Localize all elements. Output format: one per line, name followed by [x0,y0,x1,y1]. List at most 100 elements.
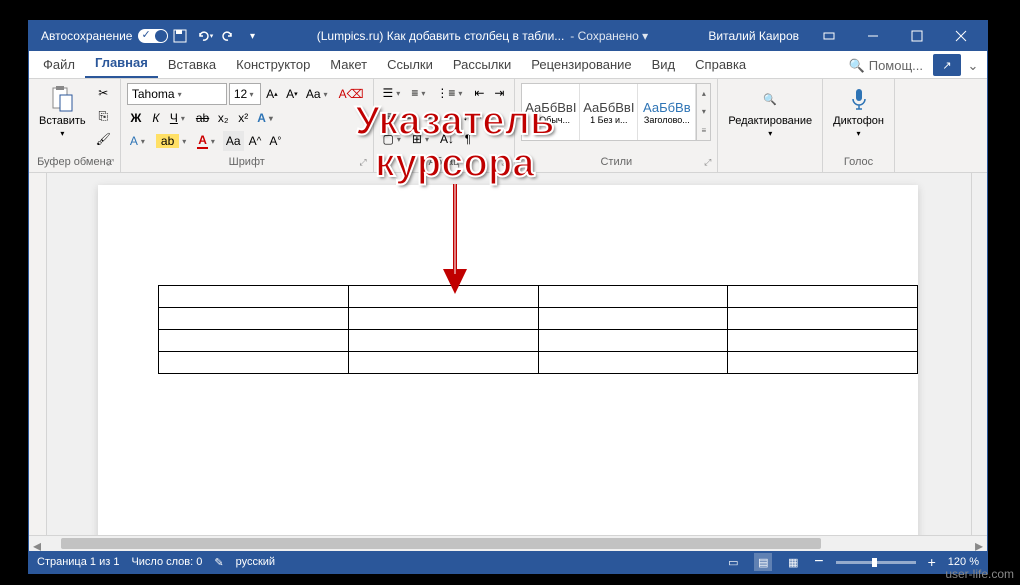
tab-home[interactable]: Главная [85,51,158,78]
clipboard-dialog-icon[interactable]: ⤢ [107,157,114,168]
qat-customize-icon[interactable]: ▾ [242,26,262,46]
save-icon[interactable] [170,26,190,46]
page-indicator[interactable]: Страница 1 из 1 [37,556,119,568]
group-editing: 🔍 Редактирование ▾ [718,79,823,172]
dictate-button[interactable]: Диктофон ▾ [829,83,888,140]
font-outline-icon[interactable]: A▾ [127,131,151,151]
tab-layout[interactable]: Макет [320,53,377,78]
vertical-scrollbar[interactable] [971,173,987,535]
zoom-out-button[interactable]: − [814,553,823,571]
subscript-button[interactable]: x₂ [214,108,232,128]
zoom-slider[interactable] [836,561,916,564]
titlebar: Автосохранение ▾ ▾ (Lumpics.ru) Как доба… [29,21,987,51]
tab-help[interactable]: Справка [685,53,756,78]
undo-icon[interactable]: ▾ [194,26,214,46]
superscript-button[interactable]: x² [234,108,252,128]
show-marks-icon[interactable]: ¶ [459,129,477,149]
align-right-icon[interactable]: ≡ [420,106,438,126]
clear-format-icon[interactable]: A⌫ [336,84,367,104]
align-left-icon[interactable]: ≡ [380,106,398,126]
document-title: (Lumpics.ru) Как добавить столбец в табл… [317,29,565,43]
shading-icon[interactable]: ▢▾ [380,129,407,149]
search-help[interactable]: 🔍 Помощ... [841,54,931,78]
paragraph-dialog-icon[interactable]: ⤢ [501,157,508,168]
cut-icon[interactable]: ✂ [93,83,114,103]
spellcheck-icon[interactable]: ✎ [214,556,223,569]
zoom-in-button[interactable]: + [928,554,936,570]
strike-button[interactable]: ab [193,108,212,128]
underline-button[interactable]: Ч▾ [167,108,191,128]
ribbon-display-icon[interactable] [807,21,851,51]
styles-dialog-icon[interactable]: ⤢ [704,157,711,168]
maximize-button[interactable] [895,21,939,51]
group-voice: Диктофон ▾ Голос [823,79,895,172]
group-clipboard: Вставить ▾ ✂ ⎘ 🖌 Буфер обмена⤢ [29,79,121,172]
format-painter-icon[interactable]: 🖌 [93,129,114,149]
word-count[interactable]: Число слов: 0 [131,556,202,568]
autosave-toggle[interactable] [138,29,168,43]
text-effects-icon[interactable]: A▾ [254,108,279,128]
ribbon-collapse-icon[interactable]: ⌄ [963,58,983,78]
horizontal-scrollbar[interactable]: ◂ ▸ [29,535,987,551]
group-styles: АаБбВвI1 Обыч... АаБбВвI1 Без и... АаБбВ… [515,79,718,172]
char-shading-icon[interactable]: Aa [223,131,244,151]
style-heading[interactable]: АаБбВвЗаголово... [638,84,696,140]
redo-icon[interactable] [218,26,238,46]
tab-view[interactable]: Вид [642,53,686,78]
font-name-select[interactable]: Tahoma▾ [127,83,227,105]
tab-mailings[interactable]: Рассылки [443,53,521,78]
tab-insert[interactable]: Вставка [158,53,226,78]
clipboard-icon [48,85,76,113]
tab-design[interactable]: Конструктор [226,53,320,78]
close-button[interactable] [939,21,983,51]
style-no-spacing[interactable]: АаБбВвI1 Без и... [580,84,638,140]
increase-indent-icon[interactable]: ⇥ [490,83,508,103]
read-mode-icon[interactable]: ▭ [724,553,742,571]
font-color-icon[interactable]: A▾ [194,131,221,151]
phonetic-icon[interactable]: A° [266,131,284,151]
copy-icon[interactable]: ⎘ [93,106,114,126]
styles-more-icon[interactable]: ▴▾≡ [696,84,710,140]
tab-review[interactable]: Рецензирование [521,53,641,78]
editing-button[interactable]: 🔍 Редактирование ▾ [724,83,816,140]
shrink-font-icon[interactable]: A▾ [283,84,301,104]
document-table[interactable] [158,285,918,374]
font-dialog-icon[interactable]: ⤢ [359,157,366,168]
highlight-icon[interactable]: ab▾ [153,131,192,151]
user-name[interactable]: Виталий Каиров [700,29,807,43]
bullets-icon[interactable]: ☰▾ [380,83,407,103]
styles-gallery[interactable]: АаБбВвI1 Обыч... АаБбВвI1 Без и... АаБбВ… [521,83,711,141]
tab-references[interactable]: Ссылки [377,53,443,78]
align-center-icon[interactable]: ≡ [400,106,418,126]
language-indicator[interactable]: русский [236,556,275,568]
ribbon-tabs: Файл Главная Вставка Конструктор Макет С… [29,51,987,79]
table-row [159,330,918,352]
minimize-button[interactable] [851,21,895,51]
justify-icon[interactable]: ≡ [440,106,458,126]
style-normal[interactable]: АаБбВвI1 Обыч... [522,84,580,140]
saved-state[interactable]: - Сохранено ▾ [570,29,648,43]
print-layout-icon[interactable]: ▤ [754,553,772,571]
numbering-icon[interactable]: ≡▾ [408,83,431,103]
document-page[interactable] [98,185,918,535]
tab-file[interactable]: Файл [33,53,85,78]
paste-button[interactable]: Вставить ▾ [35,83,90,140]
change-case-icon[interactable]: Aa▾ [303,84,334,104]
italic-button[interactable]: К [147,108,165,128]
document-area[interactable] [29,173,987,535]
share-button[interactable]: ↗ [933,54,961,76]
enclose-char-icon[interactable]: A^ [246,131,265,151]
bold-button[interactable]: Ж [127,108,145,128]
sort-icon[interactable]: A↓ [437,129,457,149]
group-font: Tahoma▾ 12▾ A▴ A▾ Aa▾ A⌫ Ж К Ч▾ ab x₂ x² [121,79,374,172]
table-row [159,308,918,330]
font-size-select[interactable]: 12▾ [229,83,261,105]
autosave-label: Автосохранение [41,29,132,43]
line-spacing-icon[interactable]: ↕≡▾ [460,106,489,126]
web-layout-icon[interactable]: ▦ [784,553,802,571]
decrease-indent-icon[interactable]: ⇤ [470,83,488,103]
multilevel-icon[interactable]: ⋮≡▾ [433,83,468,103]
table-row [159,286,918,308]
borders-icon[interactable]: ⊞▾ [409,129,435,149]
grow-font-icon[interactable]: A▴ [263,84,281,104]
